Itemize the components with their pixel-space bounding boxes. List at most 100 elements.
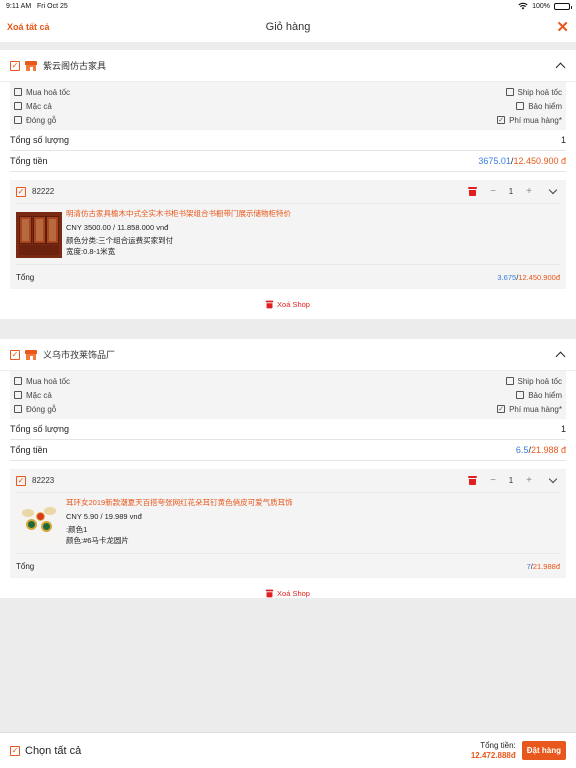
checkbox[interactable] — [516, 391, 525, 399]
increase-button[interactable]: + — [522, 186, 536, 197]
cart-item: ✓ 82223 − 1 + 耳环女2019新款潮夏天百搭夸张网红花朵耳钉黄色俏皮… — [10, 469, 566, 578]
option-label: Mặc cả — [26, 390, 52, 400]
decrease-button[interactable]: − — [486, 475, 500, 486]
product-price: CNY 5.90 / 19.989 vnđ — [66, 511, 142, 521]
product-image[interactable] — [16, 212, 62, 258]
item-header: ✓ 82223 − 1 + — [16, 469, 560, 493]
place-order-button[interactable]: Đặt hàng — [521, 741, 566, 760]
checkbox[interactable] — [516, 102, 525, 110]
quantity-value[interactable]: 1 — [500, 187, 522, 196]
checkbox[interactable] — [505, 88, 514, 96]
item-body: 明清仿古家具榆木中式全实木书柜书架组合书橱带门展示储物柜特价 CNY 3500.… — [16, 204, 560, 265]
page-title: Giỏ hàng — [265, 21, 311, 33]
option-insurance[interactable]: Bảo hiểm — [516, 102, 562, 111]
option-label: Phí mua hàng* — [509, 404, 562, 414]
section-gap — [0, 42, 576, 50]
delete-all-button[interactable]: Xoá tất cả — [7, 22, 87, 32]
chevron-down-icon[interactable] — [548, 474, 558, 484]
shop-header: ✓ 义乌市孜莱饰品厂 — [0, 339, 576, 371]
shop-name: 义乌市孜莱饰品厂 — [43, 350, 116, 360]
delete-shop-label: Xoá Shop — [277, 588, 310, 598]
item-total-label: Tổng — [16, 272, 35, 282]
option-fast-buy[interactable]: Mua hoả tốc — [14, 88, 70, 97]
item-total-row: Tổng 7/21.988đ — [16, 554, 560, 578]
option-insurance[interactable]: Bảo hiểm — [516, 391, 562, 400]
total-qty-value: 1 — [560, 135, 566, 145]
option-fast-buy[interactable]: Mua hoả tốc — [14, 377, 70, 386]
option-label: Bảo hiểm — [528, 101, 562, 111]
product-price: CNY 3500.00 / 11.858.000 vnđ — [66, 222, 169, 232]
select-all-label: Chọn tất cả — [25, 744, 82, 757]
item-total-vnd: 21.988đ — [532, 561, 560, 571]
option-label: Ship hoả tốc — [517, 87, 562, 97]
shop-options: Mua hoả tốc Ship hoả tốc Mặc cả Bảo hiểm… — [10, 82, 566, 130]
option-label: Mua hoả tốc — [26, 87, 71, 97]
item-total-cny: 7 — [526, 561, 531, 571]
item-info: 明清仿古家具榆木中式全实木书柜书架组合书橱带门展示储物柜特价 CNY 3500.… — [66, 209, 560, 258]
delete-shop-button[interactable]: Xoá Shop — [0, 289, 576, 319]
shop-checkbox[interactable]: ✓ — [10, 349, 20, 360]
product-name[interactable]: 明清仿古家具榆木中式全实木书柜书架组合书橱带门展示储物柜特价 — [66, 209, 560, 220]
checkbox[interactable] — [14, 391, 22, 399]
option-fast-ship[interactable]: Ship hoả tốc — [505, 87, 562, 97]
option-wood-pack[interactable]: Đóng gỗ — [14, 405, 56, 414]
option-wood-pack[interactable]: Đóng gỗ — [14, 116, 56, 125]
total-money-label: Tổng tiền — [10, 445, 48, 455]
quantity-stepper[interactable]: − 1 + — [486, 475, 536, 486]
checkbox[interactable] — [14, 102, 22, 110]
cart-item: ✓ 82222 − 1 + 明清仿古家具榆木中式全实木书柜书架组合书橱带门展示储… — [10, 180, 566, 289]
footer-total-label: Tổng tiền: — [480, 740, 516, 750]
item-checkbox[interactable]: ✓ — [16, 475, 26, 486]
select-all-toggle[interactable]: ✓ Chọn tất cả — [10, 745, 471, 757]
total-money-label: Tổng tiền — [10, 156, 48, 166]
chevron-down-icon[interactable] — [548, 185, 558, 195]
product-name[interactable]: 耳环女2019新款潮夏天百搭夸张网红花朵耳钉黄色俏皮可爱气质耳饰 — [66, 498, 560, 509]
checkbox-checked[interactable]: ✓ — [497, 116, 506, 124]
total-vnd: 12.450.900 đ — [513, 156, 566, 166]
option-label: Đóng gỗ — [26, 115, 57, 125]
checkbox[interactable] — [14, 116, 22, 124]
total-qty-value: 1 — [560, 424, 566, 434]
total-money-value: 3675.01/12.450.900 đ — [478, 156, 566, 166]
decrease-button[interactable]: − — [486, 186, 500, 197]
product-image[interactable] — [16, 501, 62, 547]
option-bargain[interactable]: Mặc cả — [14, 391, 52, 400]
shop-section: ✓ 义乌市孜莱饰品厂 Mua hoả tốc Ship hoả tốc Mặc … — [0, 339, 576, 608]
checkbox[interactable] — [14, 88, 22, 96]
quantity-value[interactable]: 1 — [500, 476, 522, 485]
total-cny: 3675.01 — [478, 156, 511, 166]
checkbox-checked[interactable]: ✓ — [497, 405, 506, 413]
increase-button[interactable]: + — [522, 475, 536, 486]
total-vnd: 21.988 đ — [530, 445, 566, 455]
total-qty-label: Tổng số lượng — [10, 135, 69, 145]
status-right: 100% — [518, 2, 572, 10]
total-money-value: 6.5/21.988 đ — [515, 445, 566, 455]
option-fast-ship[interactable]: Ship hoả tốc — [505, 377, 562, 386]
checkbox[interactable] — [14, 377, 22, 385]
empty-area — [0, 598, 576, 732]
total-qty-row: Tổng số lượng 1 — [0, 419, 576, 439]
chevron-up-icon[interactable] — [555, 62, 566, 73]
shop-checkbox[interactable]: ✓ — [10, 60, 20, 71]
item-total-vnd: 12.450.900đ — [518, 272, 560, 282]
trash-icon[interactable] — [468, 187, 477, 196]
select-all-checkbox[interactable]: ✓ — [10, 745, 20, 756]
option-buy-fee[interactable]: ✓ Phí mua hàng* — [497, 405, 562, 414]
option-label: Bảo hiểm — [528, 390, 562, 400]
total-cny: 6.5 — [515, 445, 529, 455]
option-buy-fee[interactable]: ✓ Phí mua hàng* — [497, 116, 562, 125]
option-bargain[interactable]: Mặc cả — [14, 102, 52, 111]
checkbox[interactable] — [14, 405, 22, 413]
status-left: 9:11 AM Fri Oct 25 — [6, 3, 68, 10]
status-bar: 9:11 AM Fri Oct 25 100% — [0, 0, 576, 12]
status-date: Fri Oct 25 — [37, 2, 68, 10]
store-icon — [25, 349, 37, 360]
item-checkbox[interactable]: ✓ — [16, 186, 26, 197]
close-icon[interactable]: ✕ — [489, 20, 569, 35]
shop-section: ✓ 紫云阁仿古家具 Mua hoả tốc Ship hoả tốc Mặc c… — [0, 50, 576, 319]
trash-icon[interactable] — [468, 476, 477, 485]
shop-options: Mua hoả tốc Ship hoả tốc Mặc cả Bảo hiểm… — [10, 371, 566, 419]
chevron-up-icon[interactable] — [555, 351, 566, 362]
quantity-stepper[interactable]: − 1 + — [486, 186, 536, 197]
checkbox[interactable] — [505, 377, 514, 385]
